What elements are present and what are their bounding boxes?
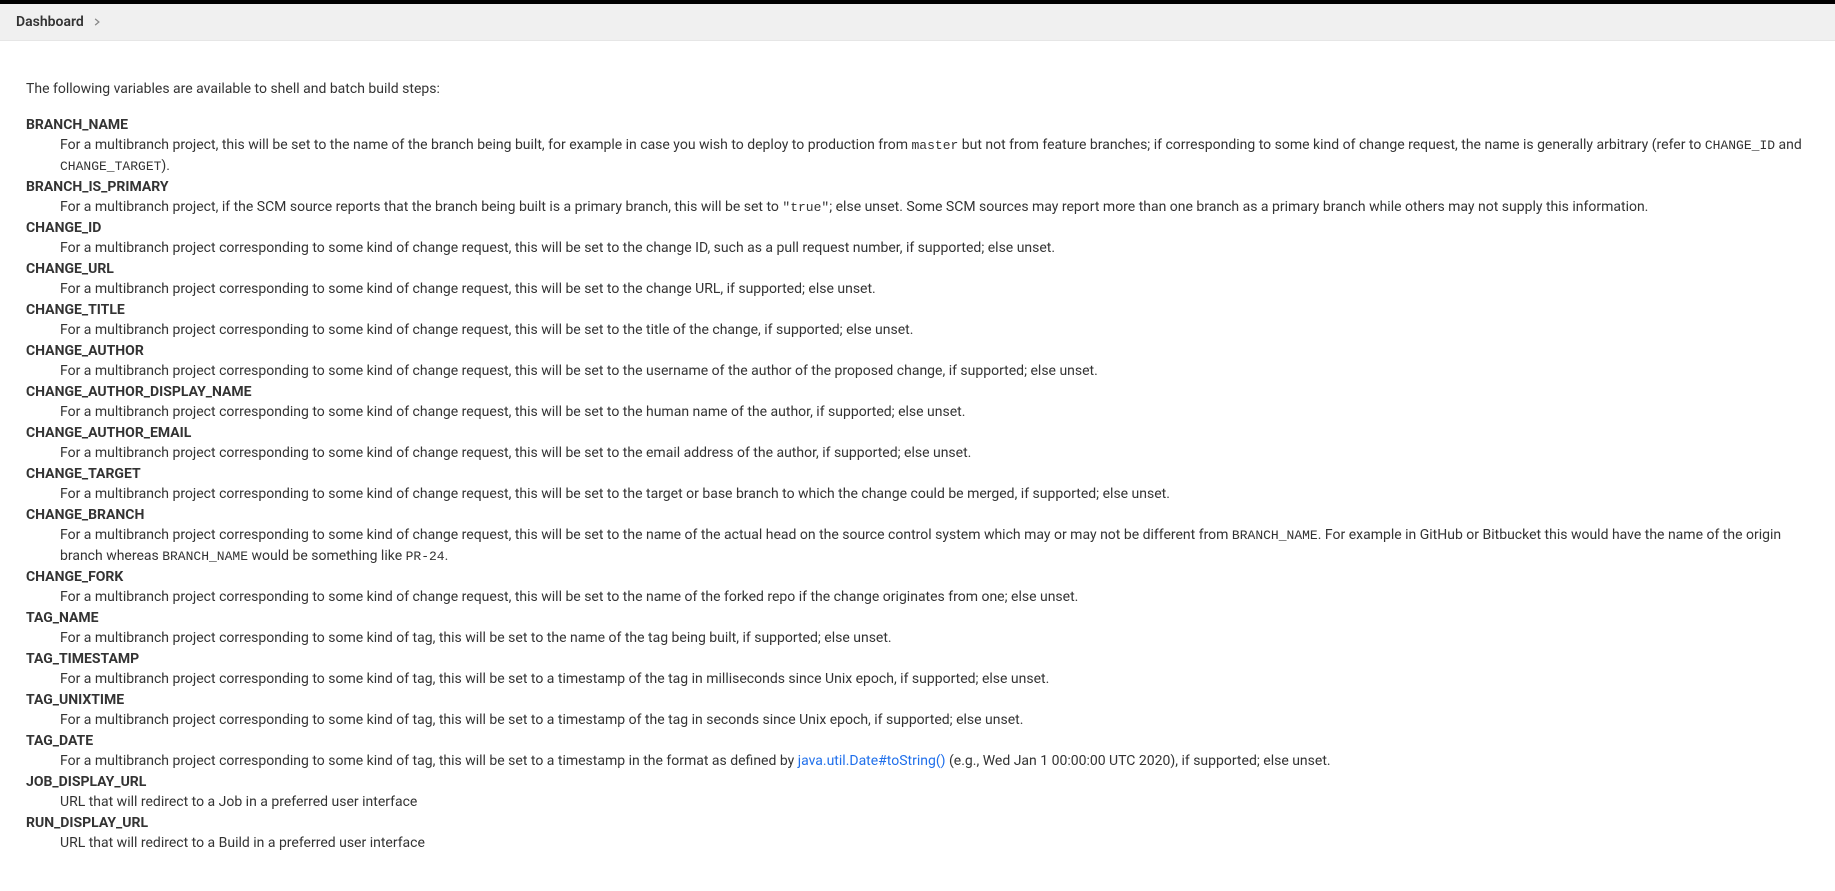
variable-description: For a multibranch project corresponding … [60, 484, 1809, 505]
variable-description: For a multibranch project corresponding … [60, 628, 1809, 649]
text-segment: For a multibranch project corresponding … [60, 404, 965, 420]
text-segment: (e.g., Wed Jan 1 00:00:00 UTC 2020), if … [946, 753, 1331, 769]
code-literal: BRANCH_NAME [1232, 528, 1318, 543]
variable-name: TAG_UNIXTIME [26, 692, 1809, 708]
code-literal: PR-24 [406, 549, 445, 564]
variable-name: JOB_DISPLAY_URL [26, 774, 1809, 790]
text-segment: and [1775, 137, 1802, 153]
text-segment: URL that will redirect to a Job in a pre… [60, 794, 417, 810]
text-segment: For a multibranch project corresponding … [60, 486, 1170, 502]
text-segment: For a multibranch project corresponding … [60, 240, 1055, 256]
variable-description: For a multibranch project corresponding … [60, 587, 1809, 608]
text-segment: For a multibranch project corresponding … [60, 589, 1078, 605]
doc-link[interactable]: java.util.Date#toString() [798, 753, 946, 769]
text-segment: For a multibranch project corresponding … [60, 630, 892, 646]
variable-name: CHANGE_TARGET [26, 466, 1809, 482]
variable-description: For a multibranch project corresponding … [60, 361, 1809, 382]
variable-name: CHANGE_TITLE [26, 302, 1809, 318]
variable-description: For a multibranch project corresponding … [60, 279, 1809, 300]
variable-description: For a multibranch project, if the SCM so… [60, 197, 1809, 218]
variable-name: TAG_DATE [26, 733, 1809, 749]
text-segment: For a multibranch project, this will be … [60, 137, 911, 153]
variable-description: For a multibranch project corresponding … [60, 320, 1809, 341]
text-segment: For a multibranch project corresponding … [60, 753, 798, 769]
breadcrumb-item-dashboard[interactable]: Dashboard [16, 14, 84, 30]
variable-description: URL that will redirect to a Build in a p… [60, 833, 1809, 854]
chevron-right-icon [92, 17, 102, 27]
text-segment: would be something like [248, 548, 406, 564]
variable-description: For a multibranch project corresponding … [60, 669, 1809, 690]
variable-name: TAG_TIMESTAMP [26, 651, 1809, 667]
variable-description: For a multibranch project corresponding … [60, 751, 1809, 772]
variable-description: For a multibranch project corresponding … [60, 238, 1809, 259]
text-segment: but not from feature branches; if corres… [958, 137, 1705, 153]
variable-name: CHANGE_AUTHOR_DISPLAY_NAME [26, 384, 1809, 400]
variable-description: For a multibranch project corresponding … [60, 710, 1809, 731]
text-segment: . [445, 548, 449, 564]
text-segment: For a multibranch project corresponding … [60, 363, 1098, 379]
text-segment: For a multibranch project corresponding … [60, 712, 1023, 728]
text-segment: ). [161, 158, 170, 174]
content-area: The following variables are available to… [0, 41, 1835, 876]
text-segment: For a multibranch project corresponding … [60, 281, 876, 297]
variable-name: RUN_DISPLAY_URL [26, 815, 1809, 831]
text-segment: ; else unset. Some SCM sources may repor… [829, 199, 1648, 215]
text-segment: For a multibranch project corresponding … [60, 527, 1232, 543]
intro-text: The following variables are available to… [26, 81, 1809, 97]
variable-description: URL that will redirect to a Job in a pre… [60, 792, 1809, 813]
code-literal: "true" [782, 200, 829, 215]
variable-name: BRANCH_IS_PRIMARY [26, 179, 1809, 195]
variable-description: For a multibranch project corresponding … [60, 443, 1809, 464]
variable-name: CHANGE_BRANCH [26, 507, 1809, 523]
text-segment: For a multibranch project corresponding … [60, 445, 971, 461]
code-literal: CHANGE_ID [1705, 138, 1775, 153]
code-literal: master [911, 138, 958, 153]
text-segment: URL that will redirect to a Build in a p… [60, 835, 425, 851]
text-segment: For a multibranch project, if the SCM so… [60, 199, 782, 215]
variable-name: CHANGE_URL [26, 261, 1809, 277]
variable-name: CHANGE_ID [26, 220, 1809, 236]
text-segment: For a multibranch project corresponding … [60, 671, 1049, 687]
variable-name: CHANGE_FORK [26, 569, 1809, 585]
code-literal: BRANCH_NAME [162, 549, 248, 564]
code-literal: CHANGE_TARGET [60, 159, 161, 174]
variable-description: For a multibranch project corresponding … [60, 402, 1809, 423]
variable-description: For a multibranch project, this will be … [60, 135, 1809, 177]
variable-description: For a multibranch project corresponding … [60, 525, 1809, 567]
variable-name: TAG_NAME [26, 610, 1809, 626]
variable-name: BRANCH_NAME [26, 117, 1809, 133]
variable-name: CHANGE_AUTHOR [26, 343, 1809, 359]
breadcrumb: Dashboard [0, 4, 1835, 41]
variable-name: CHANGE_AUTHOR_EMAIL [26, 425, 1809, 441]
text-segment: For a multibranch project corresponding … [60, 322, 913, 338]
variables-list: BRANCH_NAME For a multibranch project, th… [26, 117, 1809, 854]
